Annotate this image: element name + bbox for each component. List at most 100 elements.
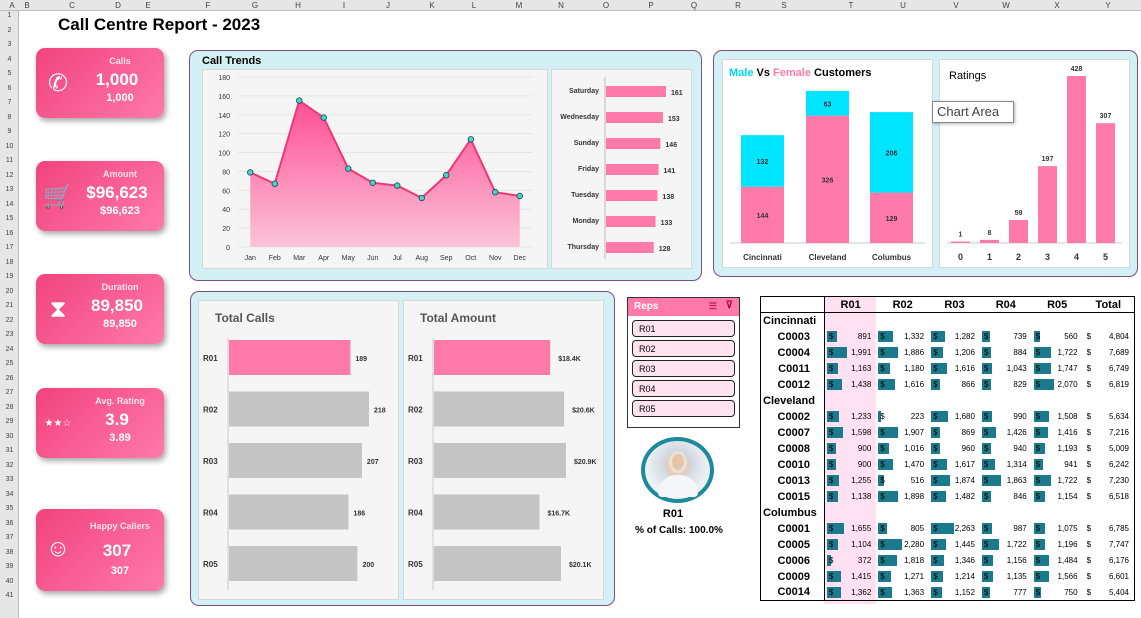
row-header[interactable]: 14 [0,200,19,209]
row-header[interactable]: 41 [0,591,19,600]
data-point[interactable] [369,179,376,186]
column-header[interactable]: H [295,0,301,11]
table-cell[interactable]: $1,138 [824,489,876,505]
customer-id[interactable]: C0015 [760,488,825,505]
table-cell[interactable]: $1,075 [1032,521,1083,537]
customer-id[interactable]: C0006 [760,552,825,569]
slicer-item-r01[interactable]: R01 [632,320,735,337]
rating-bar[interactable] [1009,219,1028,243]
total-cell[interactable]: $6,819 [1082,376,1135,393]
column-header[interactable]: A [9,0,14,11]
row-header[interactable]: 16 [0,229,19,238]
table-row[interactable]: C0001 $1,655 $805 $2,263 $987 $1,075 $6,785 [760,520,1135,537]
kpi-card-avg-rating[interactable]: ★★☆ Avg. Rating 3.9 3.89 [36,388,164,458]
data-point[interactable] [492,189,499,196]
table-cell[interactable]: $1,104 [824,537,876,553]
slicer-item-r04[interactable]: R04 [632,380,735,397]
table-row[interactable]: C0002 $1,233 $223 $1,680 $990 $1,508 $5,634 [760,408,1135,425]
total-cell[interactable]: $7,747 [1082,536,1135,553]
data-point[interactable] [296,97,303,104]
table-cell[interactable]: $223 [876,409,929,425]
row-header[interactable]: 39 [0,562,19,571]
table-cell[interactable]: $2,280 [876,537,929,553]
row-header[interactable]: 36 [0,519,19,528]
table-cell[interactable]: $1,445 [929,537,980,553]
table-cell[interactable]: $900 [824,441,876,457]
total-cell[interactable]: $5,404 [1082,584,1135,601]
table-row[interactable]: C0008 $900 $1,016 $960 $940 $1,193 $5,009 [760,440,1135,457]
table-cell[interactable]: $1,680 [929,409,980,425]
weekday-bar[interactable] [606,216,656,227]
table-cell[interactable]: $1,196 [1032,537,1083,553]
table-cell[interactable]: $1,362 [824,584,877,601]
column-header[interactable]: G [252,0,258,11]
table-cell[interactable]: $805 [876,521,929,537]
table-cell[interactable]: $1,426 [980,425,1032,441]
column-header[interactable]: W [1002,0,1010,11]
amount-bar[interactable] [434,391,565,427]
row-header[interactable]: 35 [0,504,19,513]
customer-id[interactable]: C0009 [760,568,825,585]
multi-select-icon[interactable]: ☰ [709,301,717,312]
total-cell[interactable]: $6,785 [1082,520,1135,537]
table-row[interactable]: C0010 $900 $1,470 $1,617 $1,314 $941 $6,242 [760,456,1135,473]
customer-id[interactable]: C0001 [760,520,825,537]
table-cell[interactable]: $1,722 [980,537,1032,553]
total-cell[interactable]: $5,009 [1082,440,1135,457]
amount-bar[interactable] [434,546,561,581]
clear-filter-icon[interactable]: ⊽ [726,300,733,311]
row-header[interactable]: 9 [0,127,19,136]
column-header[interactable]: P [648,0,653,11]
weekday-bar[interactable] [606,242,654,253]
column-header[interactable]: J [386,0,390,11]
row-header[interactable]: 34 [0,490,19,499]
kpi-card-happy-callers[interactable]: ☺ Happy Callers 307 307 [36,509,164,591]
column-header[interactable]: D [115,0,121,11]
table-cell[interactable]: $1,152 [929,584,980,601]
table-cell[interactable]: $2,070 [1032,377,1083,393]
table-cell[interactable]: $1,722 [1032,473,1083,489]
row-header[interactable]: 31 [0,446,19,455]
rating-bar[interactable] [1067,76,1086,243]
total-cell[interactable]: $6,176 [1082,552,1135,569]
row-header[interactable]: 32 [0,461,19,470]
total-cell[interactable]: $6,242 [1082,456,1135,473]
kpi-card-duration[interactable]: ⧗ Duration 89,850 89,850 [36,274,164,344]
rating-bar[interactable] [1096,123,1115,243]
column-header[interactable]: S [781,0,786,11]
row-header[interactable]: 28 [0,403,19,412]
row-header[interactable]: 19 [0,272,19,281]
table-cell[interactable]: $1,617 [929,457,980,473]
table-cell[interactable]: $987 [980,521,1032,537]
weekday-bar[interactable] [606,86,666,97]
table-cell[interactable]: $1,863 [980,473,1032,489]
table-cell[interactable]: $1,898 [876,489,929,505]
data-point[interactable] [247,169,254,176]
data-point[interactable] [345,165,352,172]
row-header[interactable]: 30 [0,432,19,441]
customer-id[interactable]: C0007 [760,424,825,441]
kpi-card-amount[interactable]: 🛒 Amount $96,623 $96,623 [36,161,164,231]
customer-id[interactable]: C0008 [760,440,825,457]
table-cell[interactable]: $900 [824,457,876,473]
column-header[interactable]: N [558,0,564,11]
table-cell[interactable]: $1,722 [1032,345,1083,361]
column-header[interactable]: L [472,0,476,11]
total-cell[interactable]: $4,804 [1082,328,1135,345]
table-cell[interactable]: $1,874 [929,473,980,489]
table-cell[interactable]: $1,193 [1032,441,1083,457]
table-cell[interactable]: $941 [1032,457,1083,473]
column-header[interactable]: B [24,0,29,11]
row-header[interactable]: 13 [0,185,19,194]
table-cell[interactable]: $960 [929,441,980,457]
table-cell[interactable]: $1,214 [929,569,980,585]
calls-bar[interactable] [229,443,362,478]
column-header[interactable]: C [69,0,75,11]
row-header[interactable]: 20 [0,287,19,296]
table-cell[interactable]: $1,163 [824,361,876,377]
row-header[interactable]: 18 [0,258,19,267]
table-cell[interactable]: $1,907 [876,425,929,441]
table-cell[interactable]: $1,747 [1032,361,1083,377]
data-point[interactable] [467,136,474,143]
table-row[interactable]: C0014 $1,362 $1,363 $1,152 $777 $750 $5,404 [760,584,1135,601]
